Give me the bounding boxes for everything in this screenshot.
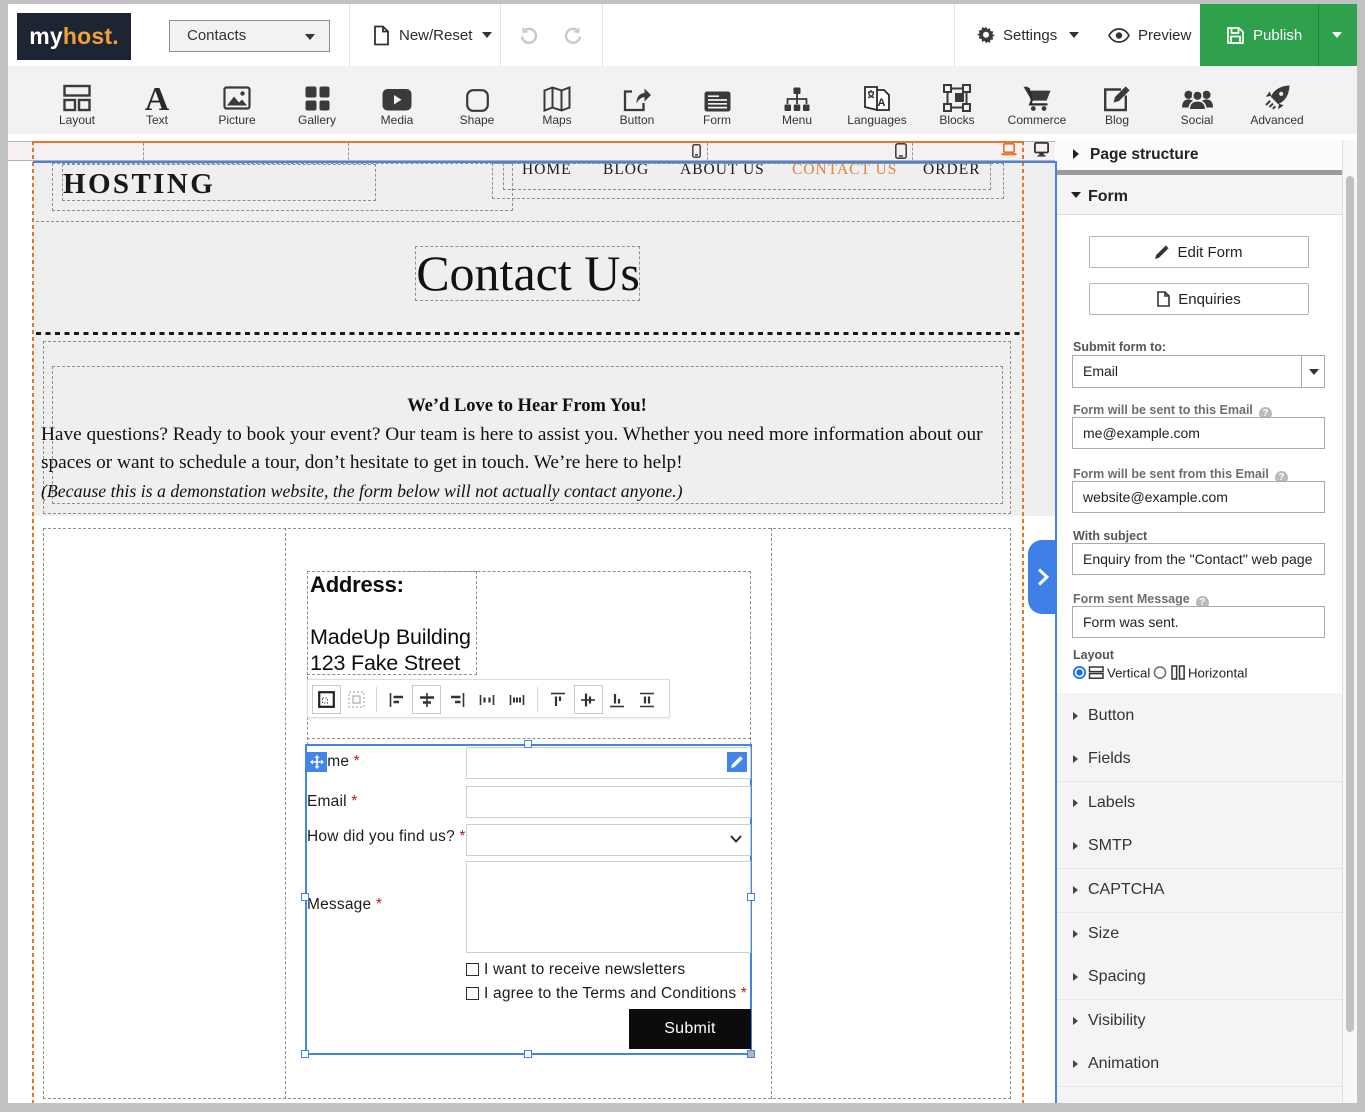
svg-text:Vertical: Vertical xyxy=(1107,666,1150,681)
svg-text:Horizontal: Horizontal xyxy=(1188,666,1247,681)
svg-text:A: A xyxy=(878,97,886,109)
svg-text:A: A xyxy=(145,84,170,112)
